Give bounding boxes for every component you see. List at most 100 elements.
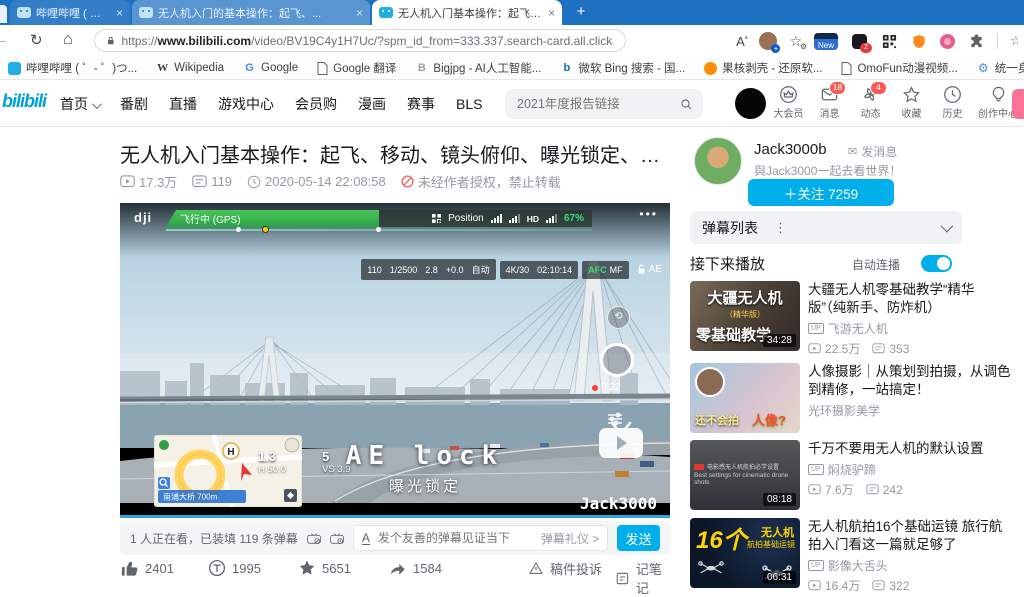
menu-dynamics[interactable]: 4 动态	[850, 85, 891, 120]
read-aloud-icon[interactable]: Aᵃ	[736, 34, 747, 49]
note-button[interactable]: 记笔记	[615, 559, 672, 597]
toolbar-icons: Aᵃ ☆⚙ New 2 ☆	[736, 25, 1024, 57]
send-danmaku-button[interactable]: 发送	[617, 525, 660, 551]
extension-new-icon[interactable]: New	[814, 33, 838, 50]
bookmark-wikipedia[interactable]: WWikipedia	[156, 62, 224, 75]
extensions-puzzle-icon[interactable]	[967, 32, 985, 50]
favorites-collections-icon[interactable]: ☆⚙	[789, 33, 802, 50]
qr-code-icon[interactable]	[880, 32, 898, 50]
up-badge: UP	[808, 464, 824, 475]
watching-status: 1 人正在看，已装填 119 条弹幕	[130, 530, 298, 547]
like-button[interactable]: 2401	[120, 559, 174, 577]
bookmark-sso-1[interactable]: ⚙统一身份认证平台	[977, 60, 1024, 76]
recommended-video-2[interactable]: 还不会拍 人像? 人像摄影｜从策划到拍摄，从调色到精修，一站搞定！ 光环摄影美学	[690, 363, 1012, 433]
extension-notes-icon[interactable]: 2	[850, 32, 868, 50]
search-input[interactable]	[515, 96, 680, 112]
search-icon[interactable]	[680, 97, 693, 112]
browser-tab-active[interactable]: 无人机入门基本操作：起飞、移... ×	[372, 0, 562, 25]
uploader-row[interactable]: 光环摄影美学	[808, 402, 1012, 419]
autoplay-toggle[interactable]	[921, 255, 952, 272]
send-message-link[interactable]: ✉ 发消息	[848, 143, 897, 160]
share-button[interactable]: 1584	[388, 559, 442, 577]
danmaku-style-icon[interactable]: A	[362, 532, 370, 545]
tab-close-icon[interactable]: ×	[356, 7, 363, 19]
danmaku-toggle-icon[interactable]	[307, 530, 321, 547]
danmaku-input[interactable]	[376, 530, 535, 546]
uploader-name[interactable]: Jack3000b	[754, 141, 827, 158]
uploader-row[interactable]: UP飞游无人机	[808, 320, 1012, 337]
address-bar[interactable]: https://www.bilibili.com/video/BV19C4y1H…	[94, 29, 626, 52]
home-icon[interactable]: ⌂	[63, 31, 73, 49]
nav-manga[interactable]: 漫画	[358, 94, 386, 114]
video-thumbnail[interactable]: 还不会拍 人像?	[690, 363, 800, 433]
bookmark-google-translate[interactable]: Google 翻译	[317, 60, 396, 76]
coin-button[interactable]: 1995	[208, 559, 261, 577]
menu-vip[interactable]: 大会员	[768, 85, 809, 120]
browser-tab-1[interactable]: 哔哩哔哩 ( ゜- ゜)つロ 干杯~-bili... ×	[10, 0, 130, 25]
bookmark-google[interactable]: GGoogle	[243, 62, 298, 75]
user-avatar[interactable]	[735, 88, 766, 119]
danmaku-etiquette-link[interactable]: 弹幕礼仪 >	[541, 530, 599, 547]
tab-close-icon[interactable]: ×	[116, 7, 123, 19]
danmaku-list-more-icon[interactable]: ⋮	[774, 220, 787, 236]
report-link[interactable]: 稿件投诉	[528, 559, 602, 578]
danmaku-input-wrapper[interactable]: A 弹幕礼仪 >	[353, 525, 608, 551]
bookmark-bing[interactable]: b微软 Bing 搜索 - 国...	[560, 60, 685, 76]
nav-bls[interactable]: BLS	[456, 96, 482, 112]
nav-vip-shop[interactable]: 会员购	[295, 94, 337, 114]
player-play-icon[interactable]	[598, 421, 644, 459]
new-tab-button[interactable]: +	[572, 3, 590, 21]
video-title[interactable]: 无人机航拍16个基础运镜 旅行航拍入门看这一篇就足够了	[808, 518, 1012, 554]
more-toolbar-icon[interactable]: ☆	[1010, 33, 1018, 49]
follow-button[interactable]: ＋关注 7259	[748, 179, 894, 206]
upload-button-partial[interactable]	[1012, 89, 1024, 119]
chevron-down-icon[interactable]	[941, 220, 954, 233]
extension-pink-icon[interactable]	[940, 34, 955, 49]
tab-close-icon[interactable]: ×	[548, 7, 555, 19]
url-text: https://www.bilibili.com/video/BV19C4y1H…	[121, 34, 613, 48]
bookmark-bigjpg[interactable]: BBigjpg - AI人工智能...	[415, 60, 541, 76]
bookmark-ghxi[interactable]: 果核剥壳 - 还原软...	[704, 60, 822, 76]
uploader-row[interactable]: UP影像大舌头	[808, 557, 1012, 574]
video-title[interactable]: 人像摄影｜从策划到拍摄，从调色到精修，一站搞定！	[808, 363, 1012, 399]
ae-lock-badge[interactable]: AE	[637, 264, 662, 275]
uploader-row[interactable]: UP焖烧驴蹄	[808, 461, 1012, 478]
recommended-video-1[interactable]: 大疆无人机 （精华版） 零基础教学 34:28 大疆无人机零基础教学“精华版”（…	[690, 281, 1012, 351]
more-options-icon[interactable]: •••	[639, 207, 658, 221]
video-player[interactable]: dji 飞行中 (GPS) Position HD 67% ••• 1101/2…	[120, 203, 670, 518]
video-thumbnail[interactable]: 大疆无人机 （精华版） 零基础教学 34:28	[690, 281, 800, 351]
profile-sync-icon[interactable]	[759, 32, 777, 50]
uploader-avatar[interactable]	[694, 137, 742, 185]
recording-dot	[592, 385, 598, 391]
recommended-video-4[interactable]: 16个 无人机 航拍基础运镜 06:31 无人机航拍16个基础运镜 旅行航拍入门…	[690, 518, 1012, 588]
search-box[interactable]	[505, 89, 703, 119]
menu-messages[interactable]: 18 消息	[809, 85, 850, 120]
menu-history[interactable]: 历史	[932, 85, 973, 120]
refresh-icon[interactable]: ↻	[30, 31, 43, 49]
adblock-shield-icon[interactable]	[910, 32, 928, 50]
bookmark-bilibili[interactable]: 哔哩哔哩 ( ゜- ゜)つ...	[8, 60, 137, 76]
back-icon[interactable]: ←	[0, 31, 9, 48]
menu-favorites[interactable]: 收藏	[891, 85, 932, 120]
nav-home[interactable]: 首页	[60, 94, 99, 114]
nav-bangumi[interactable]: 番剧	[120, 94, 148, 114]
photo-video-toggle-icon[interactable]: ⟲	[607, 306, 630, 329]
video-title[interactable]: 大疆无人机零基础教学“精华版”（纯新手、防炸机）	[808, 281, 1012, 317]
video-title[interactable]: 千万不要用无人机的默认设置	[808, 440, 1012, 458]
recommended-video-3[interactable]: 电影感无人机航拍必学设置 Best settings for cinematic…	[690, 440, 1012, 510]
danmaku-settings-icon[interactable]	[330, 530, 344, 547]
danmaku-list-panel[interactable]: 弹幕列表 ⋮	[690, 211, 962, 244]
video-thumbnail[interactable]: 16个 无人机 航拍基础运镜 06:31	[690, 518, 800, 588]
nav-live[interactable]: 直播	[169, 94, 197, 114]
exposure-values: 1101/25002.8+0.0自动	[361, 259, 495, 280]
bookmark-omofun[interactable]: OmoFun动漫视频...	[841, 60, 957, 76]
coin-icon	[208, 559, 226, 577]
bilibili-logo[interactable]: bilibili	[2, 91, 46, 112]
browser-tab-2[interactable]: 无人机入门的基本操作：起飞、... ×	[132, 0, 370, 25]
video-thumbnail[interactable]: 电影感无人机航拍必学设置 Best settings for cinematic…	[690, 440, 800, 510]
nav-esports[interactable]: 赛事	[407, 94, 435, 114]
favorite-button[interactable]: 5651	[298, 559, 351, 577]
record-button[interactable]	[600, 343, 634, 377]
player-progress-bar[interactable]	[120, 515, 670, 518]
nav-game-center[interactable]: 游戏中心	[218, 94, 274, 114]
